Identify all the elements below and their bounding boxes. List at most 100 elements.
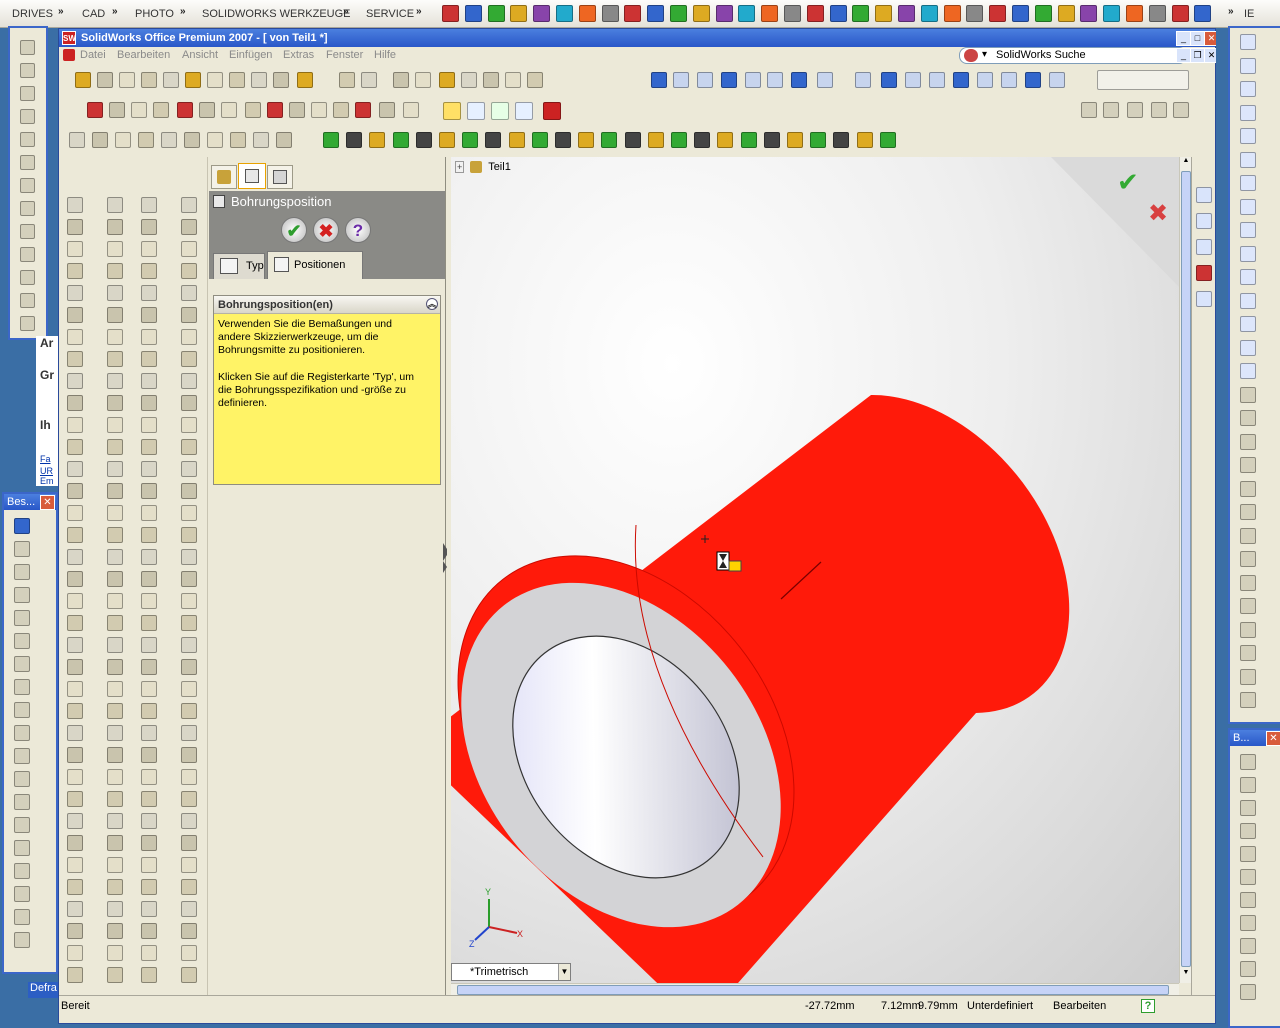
vertical-toolbar-icon[interactable] <box>181 219 197 235</box>
vertical-toolbar-icon[interactable] <box>181 285 197 301</box>
vertical-toolbar-icon[interactable] <box>67 439 83 455</box>
vertical-toolbar-icon[interactable] <box>107 593 123 609</box>
vertical-toolbar-icon[interactable] <box>141 571 157 587</box>
vertical-toolbar-icon[interactable] <box>67 681 83 697</box>
feature-manager-tab[interactable] <box>211 165 237 189</box>
standard-toolbar-icon[interactable] <box>439 72 455 88</box>
launcher-menu-service[interactable]: SERVICE <box>362 0 418 28</box>
standard-toolbar-icon[interactable] <box>141 72 157 88</box>
launcher-app-icon[interactable] <box>966 5 984 22</box>
vertical-toolbar-icon[interactable] <box>67 637 83 653</box>
vertical-toolbar-icon[interactable] <box>181 593 197 609</box>
sketch-tool-icon[interactable] <box>20 293 35 308</box>
vertical-toolbar-icon[interactable] <box>67 417 83 433</box>
vertical-toolbar-icon[interactable] <box>107 219 123 235</box>
standard-toolbar-icon[interactable] <box>297 72 313 88</box>
vertical-toolbar-icon[interactable] <box>67 835 83 851</box>
vertical-toolbar-icon[interactable] <box>141 769 157 785</box>
vertical-toolbar-icon[interactable] <box>181 417 197 433</box>
feature-toolbar-icon[interactable] <box>601 132 618 148</box>
sketch-entity-icon[interactable] <box>1240 433 1256 450</box>
launcher-app-icon[interactable] <box>692 5 710 22</box>
vertical-toolbar-icon[interactable] <box>67 241 83 257</box>
annotation-tool-icon[interactable] <box>14 610 30 626</box>
vertical-toolbar-icon[interactable] <box>181 747 197 763</box>
standard-toolbar-icon[interactable] <box>339 72 355 88</box>
sketch-tool-icon[interactable] <box>20 86 35 101</box>
task-pane-tab-icon[interactable] <box>1196 265 1212 281</box>
sketch-entity-icon[interactable] <box>1240 339 1256 356</box>
vertical-toolbar-icon[interactable] <box>107 395 123 411</box>
macro-toolbar-icon[interactable] <box>131 102 147 118</box>
launcher-app-icon[interactable] <box>647 5 665 22</box>
sketch-entity-icon[interactable] <box>1240 81 1256 97</box>
annotation-tool-icon[interactable] <box>14 564 30 580</box>
ok-button[interactable]: ✔ <box>281 217 307 243</box>
view-toolbar-icon[interactable] <box>881 72 897 88</box>
document-icon[interactable] <box>63 49 75 61</box>
feature-toolbar-icon[interactable] <box>717 132 734 148</box>
vertical-toolbar-icon[interactable] <box>181 813 197 829</box>
launcher-app-icon[interactable] <box>943 5 961 22</box>
menu-hilfe[interactable]: Hilfe <box>374 48 396 63</box>
sketch-entity-icon[interactable] <box>1240 198 1256 215</box>
launcher-app-icon[interactable] <box>715 5 733 22</box>
macro-toolbar-icon[interactable] <box>289 102 305 118</box>
vertical-toolbar-icon[interactable] <box>107 373 123 389</box>
standard-toolbar-icon[interactable] <box>97 72 113 88</box>
vertical-toolbar-icon[interactable] <box>141 373 157 389</box>
vertical-toolbar-icon[interactable] <box>141 329 157 345</box>
vertical-toolbar-icon[interactable] <box>141 263 157 279</box>
vertical-toolbar-icon[interactable] <box>67 549 83 565</box>
vertical-toolbar-icon[interactable] <box>141 241 157 257</box>
red-cylinder-part[interactable] <box>451 394 1070 983</box>
vertical-toolbar-icon[interactable] <box>67 923 83 939</box>
menu-einfuegen[interactable]: Einfügen <box>229 48 272 63</box>
launcher-app-icon[interactable] <box>1103 5 1121 22</box>
sketch-entity-icon[interactable] <box>1240 363 1256 379</box>
vertical-toolbar-icon[interactable] <box>67 351 83 367</box>
feature-toolbar-icon[interactable] <box>485 132 502 148</box>
menu-datei[interactable]: Datei <box>80 48 106 63</box>
vertical-toolbar-icon[interactable] <box>181 395 197 411</box>
vertical-toolbar-icon[interactable] <box>107 967 123 983</box>
menu-bearbeiten[interactable]: Bearbeiten <box>117 48 170 63</box>
vertical-toolbar-icon[interactable] <box>141 549 157 565</box>
launcher-app-icon[interactable] <box>989 5 1007 22</box>
macro-toolbar-icon[interactable] <box>177 102 193 118</box>
launcher-app-icon[interactable] <box>1171 5 1189 22</box>
sketch-entity-icon[interactable] <box>1240 151 1256 168</box>
scroll-down-icon[interactable]: ▼ <box>1181 969 1191 981</box>
doc-restore-button[interactable]: ❐ <box>1190 48 1205 63</box>
view-toolbar-icon[interactable] <box>1025 72 1041 88</box>
vertical-toolbar-icon[interactable] <box>67 945 83 961</box>
launcher-app-icon[interactable] <box>487 5 505 22</box>
vertical-toolbar-icon[interactable] <box>67 879 83 895</box>
vertical-toolbar-icon[interactable] <box>141 461 157 477</box>
launcher-app-icon[interactable] <box>601 5 619 22</box>
sketch-tool-icon[interactable] <box>20 224 35 239</box>
menu-extras[interactable]: Extras <box>283 48 314 63</box>
task-pane-tab-icon[interactable] <box>1196 239 1212 255</box>
sketch-entity-icon[interactable] <box>1240 504 1256 520</box>
sketch-entity-icon[interactable] <box>1240 34 1256 50</box>
launcher-menu-drives[interactable]: DRIVES <box>8 0 57 28</box>
vertical-toolbar-icon[interactable] <box>141 219 157 235</box>
feature-toolbar-icon[interactable] <box>763 132 780 148</box>
feature-toolbar-icon[interactable] <box>856 132 873 148</box>
scroll-up-icon[interactable]: ▲ <box>1181 157 1191 169</box>
vertical-toolbar-icon[interactable] <box>107 571 123 587</box>
feature-toolbar-icon[interactable] <box>740 132 757 148</box>
vertical-toolbar-icon[interactable] <box>181 483 197 499</box>
feature-toolbar-icon[interactable] <box>230 132 246 148</box>
sketch-tool-icon[interactable] <box>20 178 35 193</box>
vertical-toolbar-icon[interactable] <box>107 857 123 873</box>
feature-toolbar-icon[interactable] <box>578 132 595 148</box>
task-toolbar-icon[interactable] <box>1151 102 1167 118</box>
vertical-toolbar-icon[interactable] <box>141 593 157 609</box>
vertical-toolbar-icon[interactable] <box>67 461 83 477</box>
help-icon[interactable]: ? <box>1141 999 1155 1013</box>
vertical-toolbar-icon[interactable] <box>67 703 83 719</box>
vertical-toolbar-icon[interactable] <box>181 857 197 873</box>
vertical-toolbar-icon[interactable] <box>141 659 157 675</box>
